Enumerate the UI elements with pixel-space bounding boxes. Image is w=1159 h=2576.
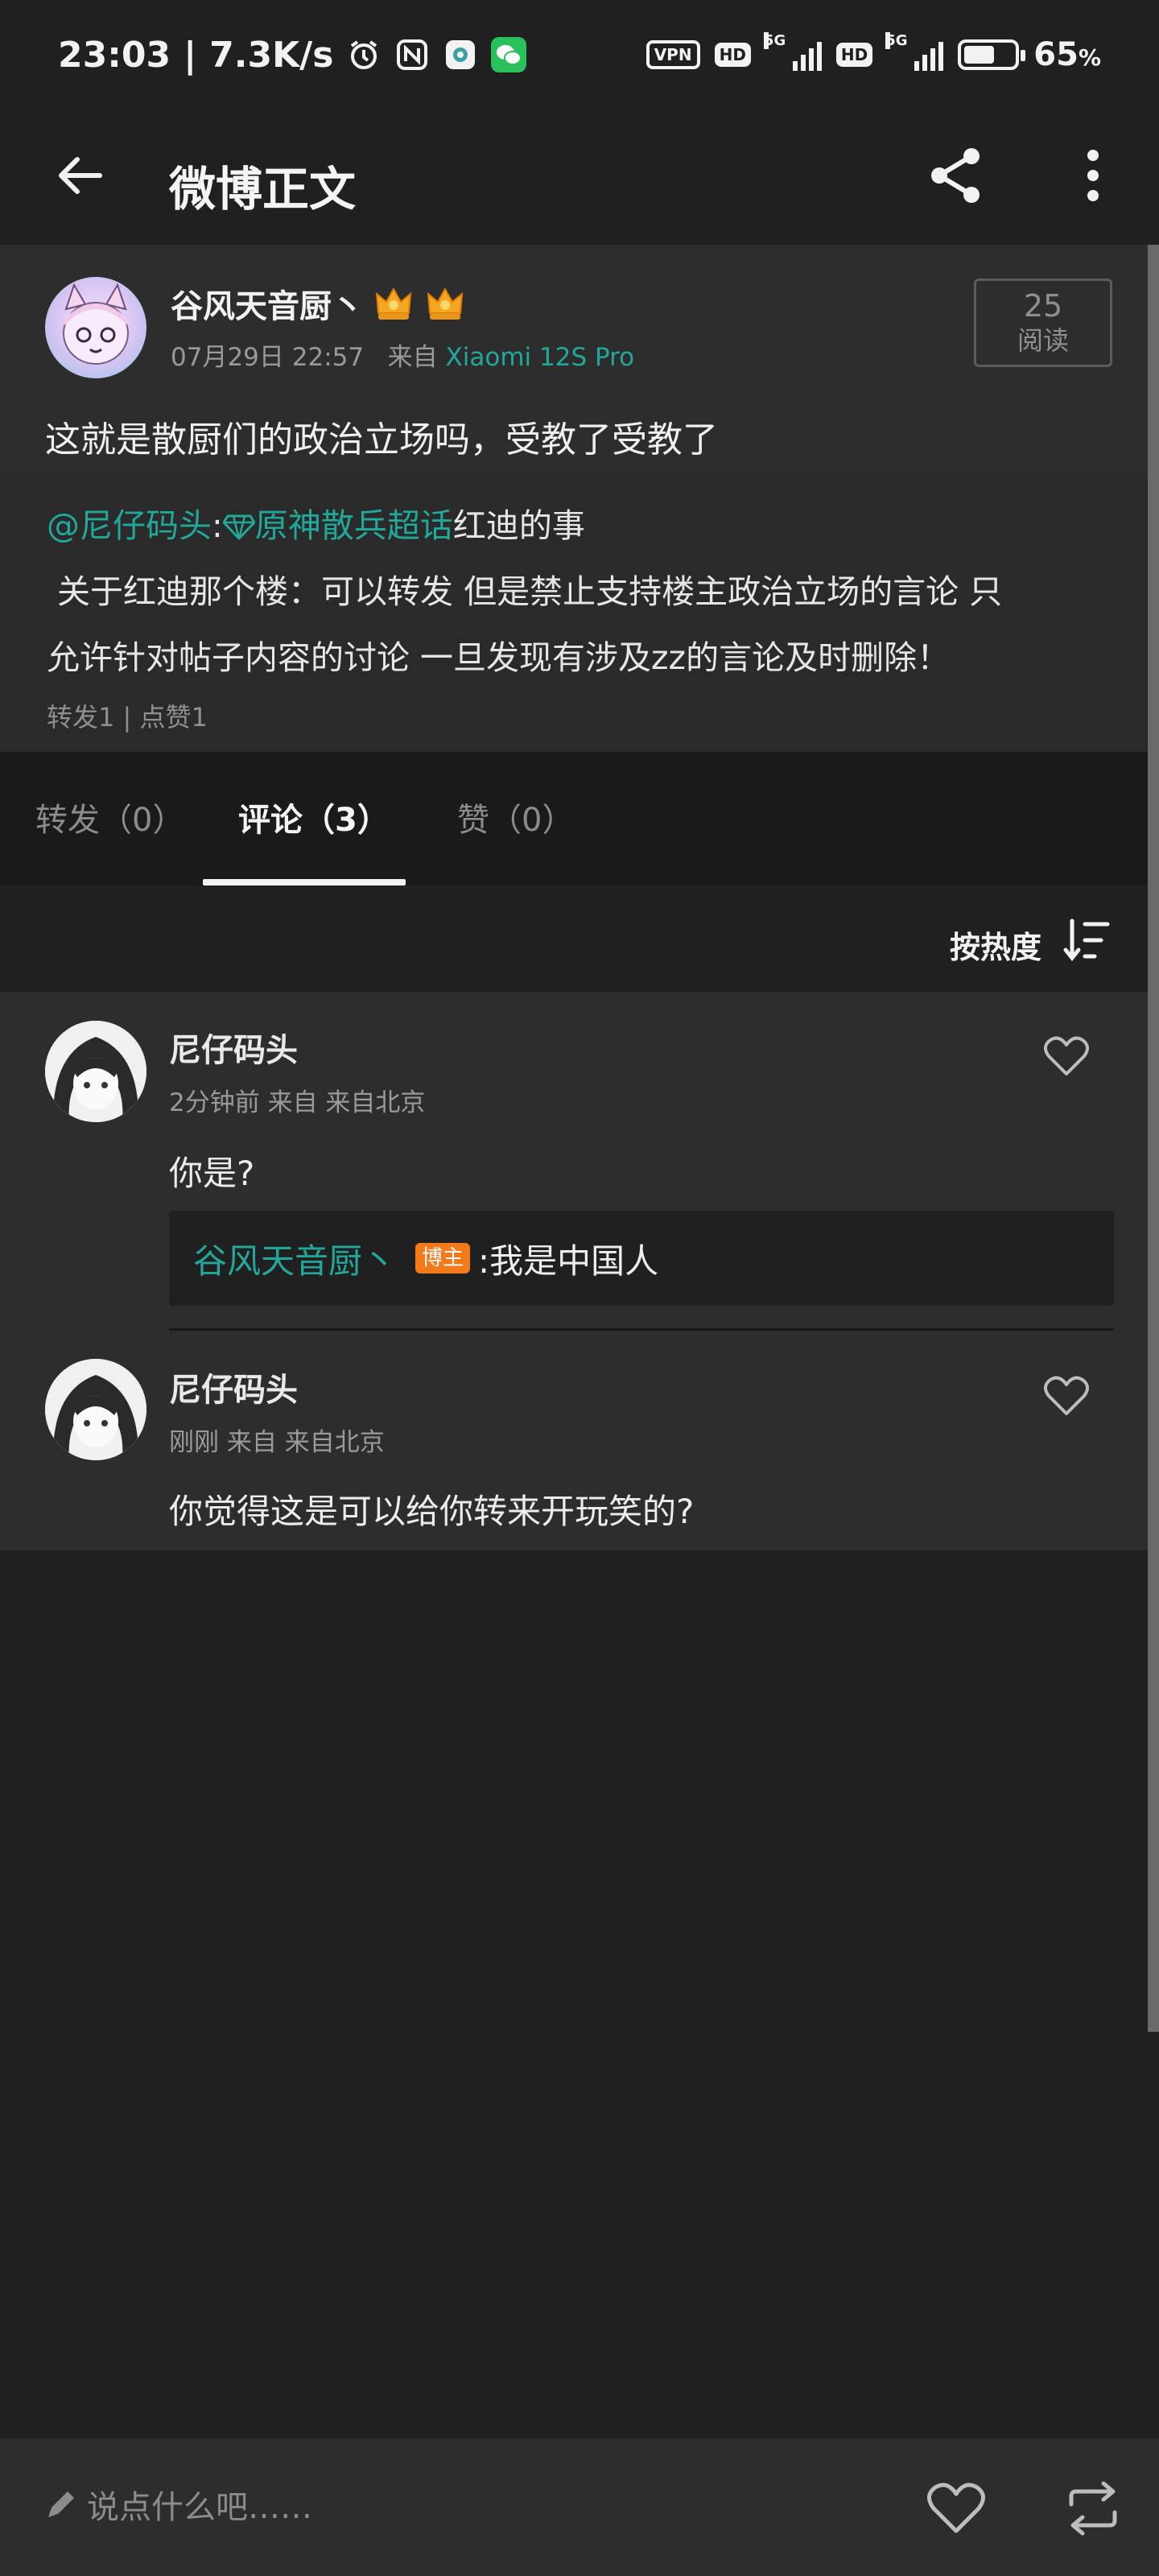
active-tab-indicator [203, 879, 406, 886]
commenter-avatar[interactable] [45, 1359, 146, 1460]
repost-stats: 转发1 | 点赞1 [47, 702, 208, 733]
sort-bar: 按热度 [0, 886, 1159, 992]
page-title: 微博正文 [169, 162, 357, 217]
comment-like-button[interactable] [1038, 1030, 1095, 1082]
tab-comments[interactable]: 评论（3） [238, 794, 390, 840]
back-button[interactable] [47, 142, 114, 209]
supertopic-icon [222, 506, 256, 545]
reposted-content[interactable]: @尼仔码头: 原神散兵超话红迪的事 关于红迪那个楼：可以转发 但是禁止支持楼主政治… [0, 473, 1159, 752]
author-row: 谷风天音厨丶 [171, 280, 467, 327]
repost-body-line: 允许针对帖子内容的讨论 一旦发现有涉及zz的言论及时删除！ [47, 638, 951, 677]
supertopic-link[interactable]: 原神散兵超话 [255, 506, 453, 545]
tab-reposts[interactable]: 转发（0） [35, 794, 184, 840]
clock: 23:03 [58, 34, 171, 76]
tab-likes[interactable]: 赞（0） [457, 794, 574, 840]
crown-badge-icon [423, 283, 467, 324]
comment-divider [169, 1328, 1114, 1331]
post-card: 谷风天音厨丶 07月29日 22:57 来自 Xiaomi 12S Pro 25… [0, 245, 1159, 473]
comment-input-placeholder: 说点什么吧…… [87, 2489, 312, 2526]
nfc-icon [394, 37, 430, 72]
read-label: 阅读 [1017, 325, 1069, 356]
comment-meta: 刚刚 来自 来自北京 [169, 1428, 385, 1457]
signal-icon: 5G [885, 32, 944, 71]
status-right: VPN HD 5G HD 5G 65% [645, 32, 1101, 73]
top-app-bar: 微博正文 [0, 109, 1159, 245]
tab-bar: 转发（0） 评论（3） 赞（0） [0, 752, 1159, 886]
author-name[interactable]: 谷风天音厨丶 [171, 280, 364, 327]
comment-input[interactable]: 说点什么吧…… [45, 2481, 312, 2528]
status-bar: 23:03 | 7.3K/s VPN HD 5G HD 5G 65% [0, 0, 1159, 109]
reply-preview[interactable]: 谷风天音厨丶 博主 :我是中国人 [169, 1211, 1114, 1306]
read-count: 25 [1023, 288, 1063, 324]
comments-list: 尼仔码头 2分钟前 来自 来自北京 你是? 谷风天音厨丶 博主 :我是中国人 尼… [0, 992, 1159, 1550]
pencil-icon [48, 2491, 74, 2517]
comment-text: 你觉得这是可以给你转来开玩笑的? [169, 1492, 695, 1531]
repost-title-text: 红迪的事 [452, 506, 585, 545]
like-button[interactable] [922, 2475, 990, 2542]
repost-button[interactable] [1059, 2475, 1127, 2542]
bottom-action-bar: 说点什么吧…… [0, 2439, 1159, 2576]
scrollbar[interactable] [1148, 245, 1159, 2032]
signal-icon: 5G [763, 32, 822, 71]
alarm-icon [346, 37, 382, 72]
read-count-box: 25 阅读 [974, 279, 1112, 367]
hd-icon: HD [714, 43, 751, 67]
mention-link[interactable]: @尼仔码头 [47, 506, 212, 545]
comment-text: 你是? [169, 1154, 255, 1193]
status-left: 23:03 | 7.3K/s [58, 34, 527, 76]
source-prefix: 来自 [387, 343, 438, 372]
wechat-icon [491, 37, 527, 72]
repost-body-line: 关于红迪那个楼：可以转发 但是禁止支持楼主政治立场的言论 只 [47, 572, 1003, 611]
repost-icon [1069, 2481, 1117, 2536]
share-button[interactable] [922, 137, 990, 214]
status-separator: | [184, 34, 197, 76]
heart-icon [927, 2483, 985, 2533]
repost-title-line: @尼仔码头: 原神散兵超话红迪的事 [47, 506, 585, 545]
battery-percent: 65% [1033, 36, 1101, 73]
post-text: 这就是散厨们的政治立场吗，受教了受教了 [45, 419, 718, 460]
reply-author[interactable]: 谷风天音厨丶 [193, 1234, 396, 1283]
heart-icon [1044, 1376, 1089, 1415]
post-meta: 07月29日 22:57 来自 Xiaomi 12S Pro [171, 336, 634, 373]
author-avatar[interactable] [45, 277, 146, 378]
commenter-avatar[interactable] [45, 1021, 146, 1122]
commenter-name[interactable]: 尼仔码头 [169, 1364, 298, 1410]
app-notification-icon [443, 37, 478, 72]
commenter-name[interactable]: 尼仔码头 [169, 1024, 298, 1071]
more-vertical-icon [1087, 150, 1099, 201]
vpn-icon: VPN [645, 40, 700, 69]
comment-meta: 2分钟前 来自 来自北京 [169, 1088, 426, 1117]
battery-icon [958, 39, 1026, 70]
sort-icon[interactable] [1062, 918, 1111, 963]
network-type-label: 5G [763, 32, 786, 49]
crown-badge-icon [372, 283, 415, 324]
heart-icon [1044, 1036, 1089, 1075]
sort-by-hot-button[interactable]: 按热度 [950, 923, 1041, 967]
post-date: 07月29日 22:57 [171, 343, 365, 372]
comment-like-button[interactable] [1038, 1370, 1095, 1422]
hd-icon: HD [835, 43, 873, 67]
share-icon [931, 148, 980, 203]
more-options-button[interactable] [1059, 137, 1127, 214]
network-speed: 7.3K/s [209, 34, 334, 76]
post-device[interactable]: Xiaomi 12S Pro [446, 343, 635, 372]
reply-text: :我是中国人 [478, 1241, 659, 1281]
network-type-label: 5G [885, 32, 908, 49]
arrow-left-icon [59, 157, 102, 194]
author-badge: 博主 [415, 1243, 471, 1274]
